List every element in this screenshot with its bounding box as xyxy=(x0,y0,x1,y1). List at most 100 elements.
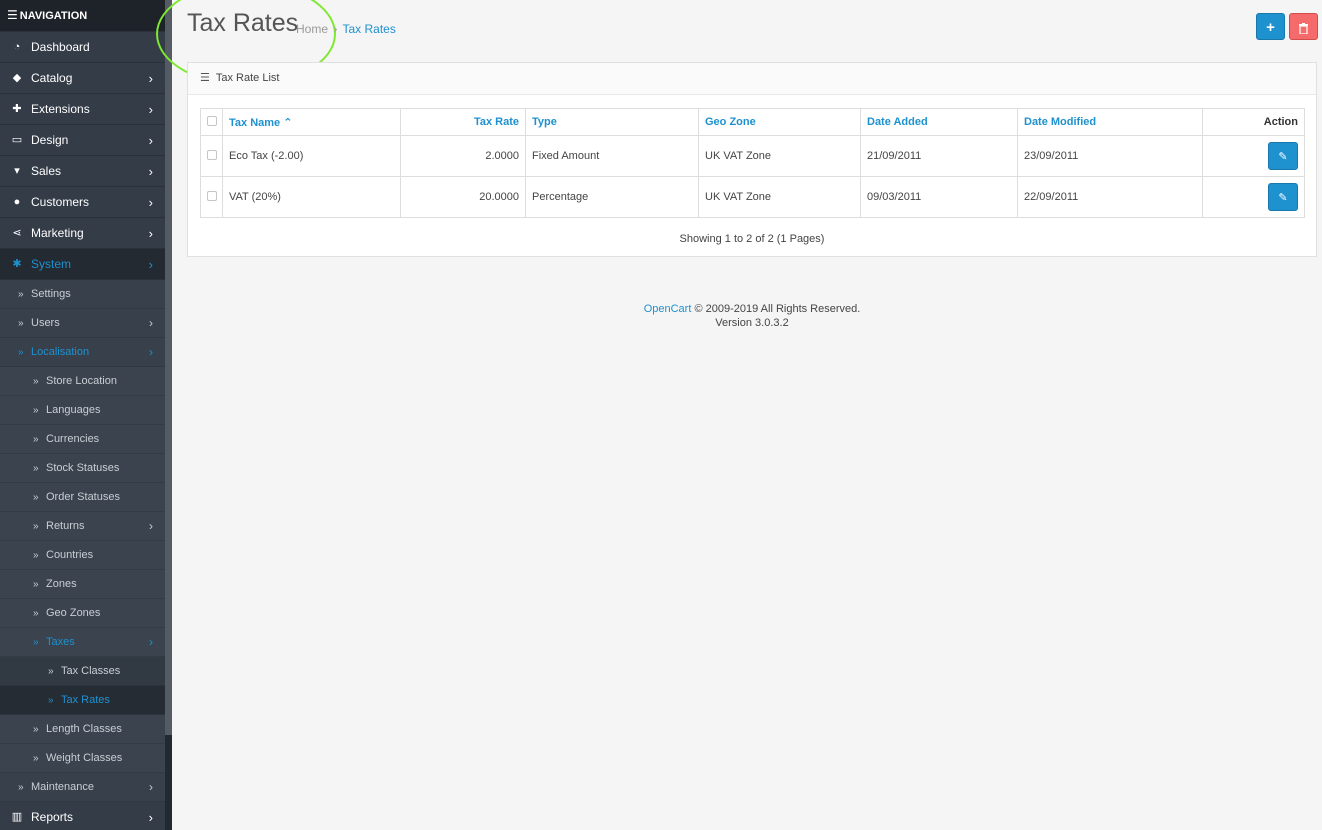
sidebar-subitem-tax-rates[interactable]: » Tax Rates xyxy=(0,686,165,715)
column-date-modified[interactable]: Date Modified xyxy=(1017,108,1203,136)
edit-button[interactable]: ✎ xyxy=(1268,142,1298,170)
double-chevron-icon: » xyxy=(33,434,39,445)
panel-title: Tax Rate List xyxy=(215,72,280,84)
column-tax-name[interactable]: Tax Name ⌃ xyxy=(222,108,401,136)
sidebar-item-sales[interactable]: ▾ Sales › xyxy=(0,156,165,187)
sidebar-subitem-store-location[interactable]: » Store Location xyxy=(0,367,165,396)
sidebar-subitem-users[interactable]: » Users › xyxy=(0,309,165,338)
sidebar-scrollbar-thumb[interactable] xyxy=(165,0,172,735)
sidebar-subitem-currencies[interactable]: » Currencies xyxy=(0,425,165,454)
double-chevron-icon: » xyxy=(18,289,24,300)
sidebar-item-marketing[interactable]: ⋖ Marketing › xyxy=(0,218,165,249)
sidebar-item-label: Dashboard xyxy=(31,40,90,54)
sidebar-item-design[interactable]: ▭ Design › xyxy=(0,125,165,156)
column-label: Tax Name xyxy=(229,116,281,129)
breadcrumb-home[interactable]: Home xyxy=(296,22,328,36)
footer-version: Version 3.0.3.2 xyxy=(715,317,789,329)
double-chevron-icon: » xyxy=(33,608,39,619)
sidebar-item-label: Weight Classes xyxy=(46,752,123,764)
sidebar-subitem-geo-zones[interactable]: » Geo Zones xyxy=(0,599,165,628)
sidebar-item-label: Users xyxy=(31,317,60,329)
cell-tax-rate: 20.0000 xyxy=(400,176,526,218)
sidebar-item-customers[interactable]: ● Customers › xyxy=(0,187,165,218)
table-header-row: Tax Name ⌃ Tax Rate Type Geo Zone Date A… xyxy=(200,108,1305,136)
sidebar: ☰ NAVIGATION ◔ Dashboard ◆ Catalog › ✚ Ex… xyxy=(0,0,172,830)
sidebar-subitem-weight-classes[interactable]: » Weight Classes xyxy=(0,744,165,773)
sidebar-subitem-maintenance[interactable]: » Maintenance › xyxy=(0,773,165,802)
sidebar-item-label: Taxes xyxy=(46,636,75,648)
footer-brand-link[interactable]: OpenCart xyxy=(644,303,692,315)
double-chevron-icon: » xyxy=(33,463,39,474)
cart-icon: ▾ xyxy=(14,165,20,177)
sidebar-subitem-countries[interactable]: » Countries xyxy=(0,541,165,570)
sidebar-subitem-localisation[interactable]: » Localisation › xyxy=(0,338,165,367)
edit-button[interactable]: ✎ xyxy=(1268,183,1298,211)
cell-type: Fixed Amount xyxy=(525,135,699,177)
cell-geo-zone: UK VAT Zone xyxy=(698,135,861,177)
column-type[interactable]: Type xyxy=(525,108,699,136)
cell-geo-zone: UK VAT Zone xyxy=(698,176,861,218)
sidebar-item-label: Design xyxy=(31,133,69,147)
sidebar-item-label: Store Location xyxy=(46,375,117,387)
sidebar-item-catalog[interactable]: ◆ Catalog › xyxy=(0,63,165,94)
chevron-right-icon: › xyxy=(148,810,153,825)
sidebar-subitem-returns[interactable]: » Returns › xyxy=(0,512,165,541)
sidebar-item-label: Extensions xyxy=(31,102,90,116)
footer-copyright-line: OpenCart © 2009-2019 All Rights Reserved… xyxy=(172,302,1322,316)
delete-button[interactable] xyxy=(1289,13,1318,40)
sidebar-subitem-tax-classes[interactable]: » Tax Classes xyxy=(0,657,165,686)
sidebar-subitem-length-classes[interactable]: » Length Classes xyxy=(0,715,165,744)
double-chevron-icon: » xyxy=(33,492,39,503)
row-checkbox[interactable] xyxy=(206,190,217,201)
column-date-added[interactable]: Date Added xyxy=(860,108,1018,136)
list-icon: ☰ xyxy=(200,72,210,84)
sidebar-subitem-stock-statuses[interactable]: » Stock Statuses xyxy=(0,454,165,483)
sidebar-subitem-settings[interactable]: » Settings xyxy=(0,280,165,309)
sidebar-subitem-languages[interactable]: » Languages xyxy=(0,396,165,425)
column-action: Action xyxy=(1202,108,1305,136)
desktop-icon: ▭ xyxy=(11,134,23,146)
chevron-right-icon: › xyxy=(148,102,153,117)
sidebar-item-label: Tax Rates xyxy=(61,694,110,706)
sidebar-item-dashboard[interactable]: ◔ Dashboard xyxy=(0,32,165,63)
chevron-right-icon: › xyxy=(148,71,153,86)
panel-heading: ☰ Tax Rate List xyxy=(188,63,1316,95)
sidebar-item-extensions[interactable]: ✚ Extensions › xyxy=(0,94,165,125)
sidebar-item-label: Localisation xyxy=(31,346,90,358)
sidebar-subitem-taxes[interactable]: » Taxes › xyxy=(0,628,165,657)
sidebar-item-label: Customers xyxy=(31,195,90,209)
sidebar-subitem-order-statuses[interactable]: » Order Statuses xyxy=(0,483,165,512)
column-label: Geo Zone xyxy=(705,116,756,128)
sidebar-item-label: Sales xyxy=(31,164,62,178)
sidebar-item-label: Order Statuses xyxy=(46,491,120,503)
sidebar-item-reports[interactable]: ▥ Reports › xyxy=(0,802,165,830)
nav-header[interactable]: ☰ NAVIGATION xyxy=(0,0,165,31)
sidebar-item-label: Settings xyxy=(31,288,71,300)
double-chevron-icon: » xyxy=(48,695,54,706)
pencil-icon: ✎ xyxy=(1278,192,1288,204)
sidebar-item-label: Languages xyxy=(46,404,101,416)
row-checkbox[interactable] xyxy=(206,149,217,160)
table-row: VAT (20%) 20.0000 Percentage UK VAT Zone… xyxy=(200,176,1305,218)
breadcrumb: Home › Tax Rates xyxy=(296,22,396,36)
double-chevron-icon: » xyxy=(33,753,39,764)
column-label: Tax Rate xyxy=(473,116,519,128)
chevron-right-icon: › xyxy=(148,164,153,179)
chevron-right-icon: › xyxy=(149,635,153,649)
sidebar-item-system[interactable]: ✱ System › xyxy=(0,249,165,280)
column-tax-rate[interactable]: Tax Rate xyxy=(400,108,526,136)
bar-chart-icon: ▥ xyxy=(11,811,23,823)
double-chevron-icon: » xyxy=(33,405,39,416)
puzzle-icon: ✚ xyxy=(12,103,22,115)
select-all-checkbox[interactable] xyxy=(206,115,217,126)
cell-action: ✎ xyxy=(1202,176,1305,218)
chevron-right-icon: › xyxy=(148,133,153,148)
sidebar-item-label: Catalog xyxy=(31,71,73,85)
add-new-button[interactable]: + xyxy=(1256,13,1285,40)
breadcrumb-current[interactable]: Tax Rates xyxy=(342,22,395,36)
chevron-right-icon: › xyxy=(149,316,153,330)
sidebar-subitem-zones[interactable]: » Zones xyxy=(0,570,165,599)
chevron-right-icon: › xyxy=(148,195,153,210)
double-chevron-icon: » xyxy=(33,579,39,590)
column-geo-zone[interactable]: Geo Zone xyxy=(698,108,861,136)
